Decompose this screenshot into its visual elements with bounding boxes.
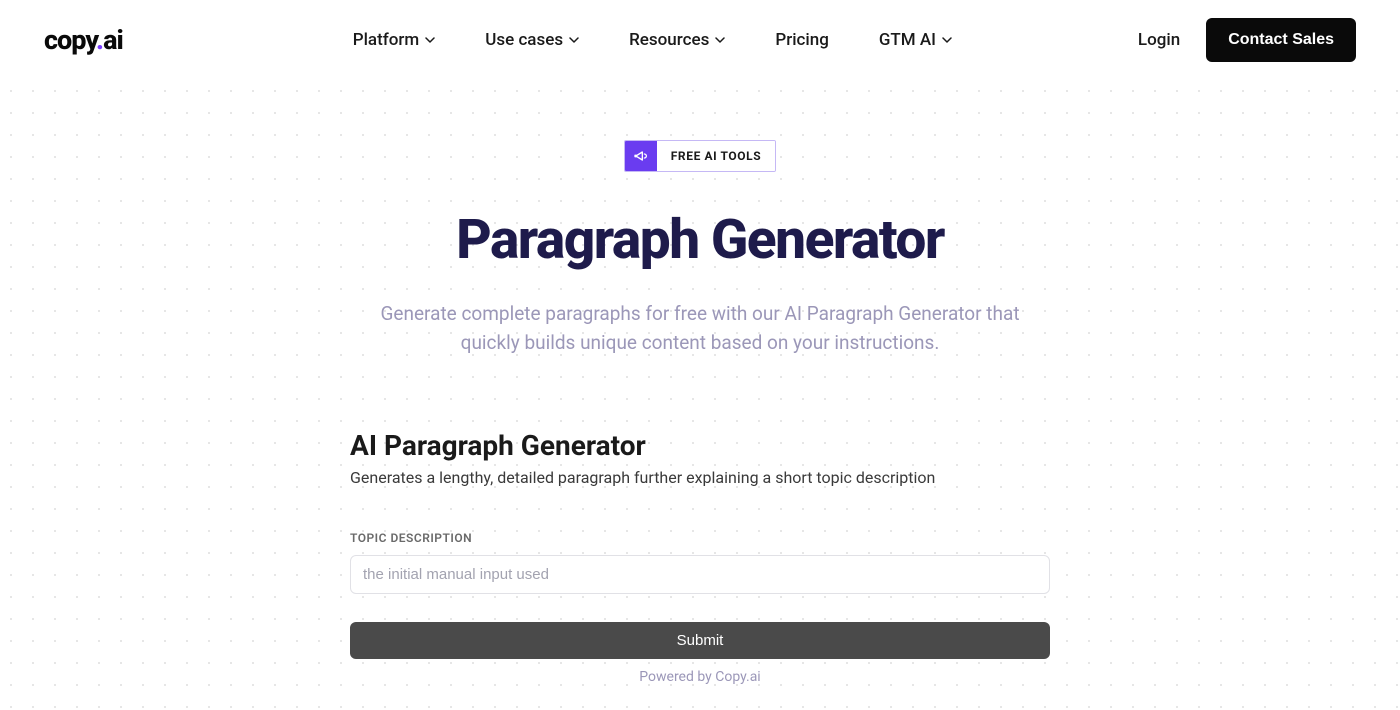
chevron-down-icon bbox=[425, 35, 435, 45]
tool-section: AI Paragraph Generator Generates a lengt… bbox=[350, 429, 1050, 685]
main-nav: Platform Use cases Resources Pricing GTM… bbox=[353, 30, 952, 50]
nav-label: Pricing bbox=[775, 30, 829, 50]
nav-label: Platform bbox=[353, 30, 419, 50]
chevron-down-icon bbox=[569, 35, 579, 45]
nav-label: Use cases bbox=[485, 30, 563, 50]
nav-use-cases[interactable]: Use cases bbox=[485, 30, 579, 50]
login-link[interactable]: Login bbox=[1138, 30, 1180, 50]
topic-input[interactable] bbox=[350, 555, 1050, 594]
nav-resources[interactable]: Resources bbox=[629, 30, 725, 50]
nav-gtm-ai[interactable]: GTM AI bbox=[879, 30, 952, 50]
tool-description: Generates a lengthy, detailed paragraph … bbox=[350, 468, 1050, 487]
free-tools-badge[interactable]: FREE AI TOOLS bbox=[624, 140, 777, 172]
header-actions: Login Contact Sales bbox=[1138, 18, 1356, 62]
nav-platform[interactable]: Platform bbox=[353, 30, 435, 50]
contact-sales-button[interactable]: Contact Sales bbox=[1206, 18, 1356, 62]
logo-part1: copy bbox=[44, 24, 96, 56]
nav-pricing[interactable]: Pricing bbox=[775, 30, 829, 50]
tool-title: AI Paragraph Generator bbox=[350, 429, 1050, 462]
chevron-down-icon bbox=[715, 35, 725, 45]
main-content: FREE AI TOOLS Paragraph Generator Genera… bbox=[0, 80, 1400, 685]
logo-dot: . bbox=[96, 24, 103, 56]
site-header: copy.ai Platform Use cases Resources Pri… bbox=[0, 0, 1400, 80]
page-subtitle: Generate complete paragraphs for free wi… bbox=[380, 300, 1020, 357]
megaphone-icon bbox=[625, 141, 657, 171]
nav-label: Resources bbox=[629, 30, 709, 50]
chevron-down-icon bbox=[942, 35, 952, 45]
nav-label: GTM AI bbox=[879, 30, 936, 50]
submit-button[interactable]: Submit bbox=[350, 622, 1050, 659]
page-title: Paragraph Generator bbox=[456, 208, 944, 272]
logo[interactable]: copy.ai bbox=[44, 24, 123, 56]
badge-label: FREE AI TOOLS bbox=[657, 141, 776, 171]
logo-part2: ai bbox=[103, 24, 123, 56]
powered-by-label: Powered by Copy.ai bbox=[350, 669, 1050, 685]
topic-field-label: TOPIC DESCRIPTION bbox=[350, 531, 1050, 545]
